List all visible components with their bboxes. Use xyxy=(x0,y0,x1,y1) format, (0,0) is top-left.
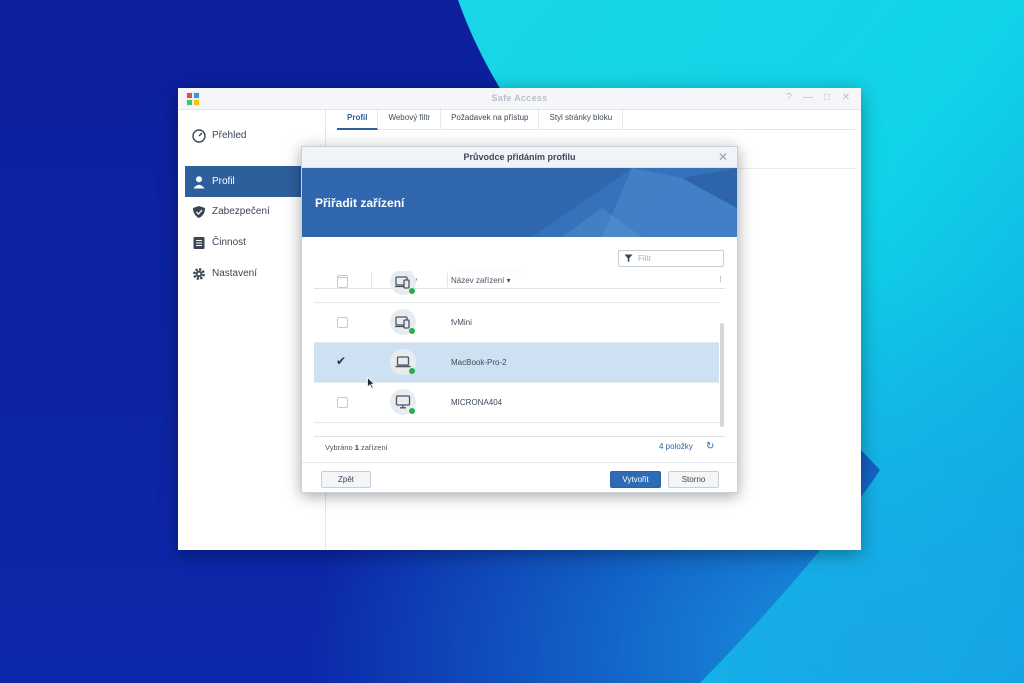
footer-divider xyxy=(302,462,737,463)
item-count: 4 položky xyxy=(659,442,693,451)
checkmark-icon[interactable]: ✔ xyxy=(336,354,346,368)
tab-pozadavek-na-pristup[interactable]: Požadavek na přístup xyxy=(441,108,540,130)
tab-profil[interactable]: Profil xyxy=(337,108,379,130)
sidebar-item-label: Nastavení xyxy=(212,268,258,279)
sidebar-item-label: Činnost xyxy=(212,237,246,248)
shield-icon xyxy=(191,204,206,219)
sidebar-item-profil[interactable]: Profil xyxy=(185,166,317,197)
row-checkbox[interactable] xyxy=(337,397,348,408)
online-status-dot xyxy=(409,408,415,414)
online-status-dot xyxy=(409,368,415,374)
sidebar-item-label: Profil xyxy=(212,176,235,187)
background-divider xyxy=(736,168,855,169)
phone-laptop-icon xyxy=(390,309,416,335)
user-icon xyxy=(191,174,206,189)
sidebar-item-label: Zabezpečení xyxy=(212,206,270,217)
selection-status: Vybráno 1 zařízení xyxy=(325,443,388,452)
online-status-dot xyxy=(409,328,415,334)
device-name: fvMini xyxy=(451,318,472,327)
table-scrollbar[interactable] xyxy=(720,323,724,427)
add-profile-wizard-dialog: Průvodce přidáním profilu ✕ Přiřadit zař… xyxy=(301,146,738,493)
mouse-cursor-icon xyxy=(367,377,375,389)
device-name: MICRONA404 xyxy=(451,398,503,407)
help-icon[interactable]: ? xyxy=(784,92,794,104)
row-checkbox[interactable] xyxy=(337,277,348,288)
dialog-titlebar: Průvodce přidáním profilu ✕ xyxy=(302,147,737,168)
table-row[interactable]: fvMini xyxy=(314,303,719,343)
tab-styl-stranky-bloku[interactable]: Styl stránky bloku xyxy=(539,108,624,130)
device-name: MacBook-Pro-2 xyxy=(451,358,507,367)
gauge-icon xyxy=(191,128,206,143)
close-icon[interactable]: ✕ xyxy=(841,92,851,104)
phone-laptop-icon xyxy=(390,271,416,295)
list-icon xyxy=(191,235,206,250)
cancel-button[interactable]: Storno xyxy=(668,471,719,488)
table-row[interactable] xyxy=(314,271,719,303)
monitor-icon xyxy=(390,389,416,415)
laptop-icon xyxy=(390,349,416,375)
tab-bar: Profil Webový filtr Požadavek na přístup… xyxy=(337,108,855,130)
sidebar-item-cinnost[interactable]: Činnost xyxy=(185,227,317,258)
online-status-dot xyxy=(409,288,415,294)
device-table: Stav Název zařízení ▾ ⁝ fvMini ✔ xyxy=(314,271,725,437)
refresh-icon[interactable]: ↻ xyxy=(706,441,714,452)
tab-webovy-filtr[interactable]: Webový filtr xyxy=(378,108,442,130)
sidebar-item-nastaveni[interactable]: Nastavení xyxy=(185,258,317,289)
table-row[interactable]: MICRONA404 xyxy=(314,383,719,423)
gear-icon xyxy=(191,266,206,281)
dialog-banner: Přiřadit zařízení xyxy=(302,168,737,237)
dialog-close-icon[interactable]: ✕ xyxy=(718,150,728,164)
filter-placeholder: Filtr xyxy=(638,254,652,263)
filter-input[interactable]: Filtr xyxy=(618,250,724,267)
back-button[interactable]: Zpět xyxy=(321,471,371,488)
filter-icon xyxy=(624,254,633,263)
window-title: Safe Access xyxy=(491,93,548,103)
row-checkbox[interactable] xyxy=(337,317,348,328)
minimize-icon[interactable]: — xyxy=(803,92,813,104)
sidebar-item-label: Přehled xyxy=(212,130,247,141)
column-menu-icon[interactable]: ⁝ xyxy=(719,274,722,285)
window-titlebar: Safe Access ? — □ ✕ xyxy=(178,88,861,110)
step-title: Přiřadit zařízení xyxy=(315,196,405,210)
dialog-title: Průvodce přidáním profilu xyxy=(463,152,576,162)
sidebar-item-zabezpeceni[interactable]: Zabezpečení xyxy=(185,196,317,227)
create-button[interactable]: Vytvořit xyxy=(610,471,661,488)
sidebar-item-prehled[interactable]: Přehled xyxy=(185,120,317,151)
maximize-icon[interactable]: □ xyxy=(822,92,832,104)
